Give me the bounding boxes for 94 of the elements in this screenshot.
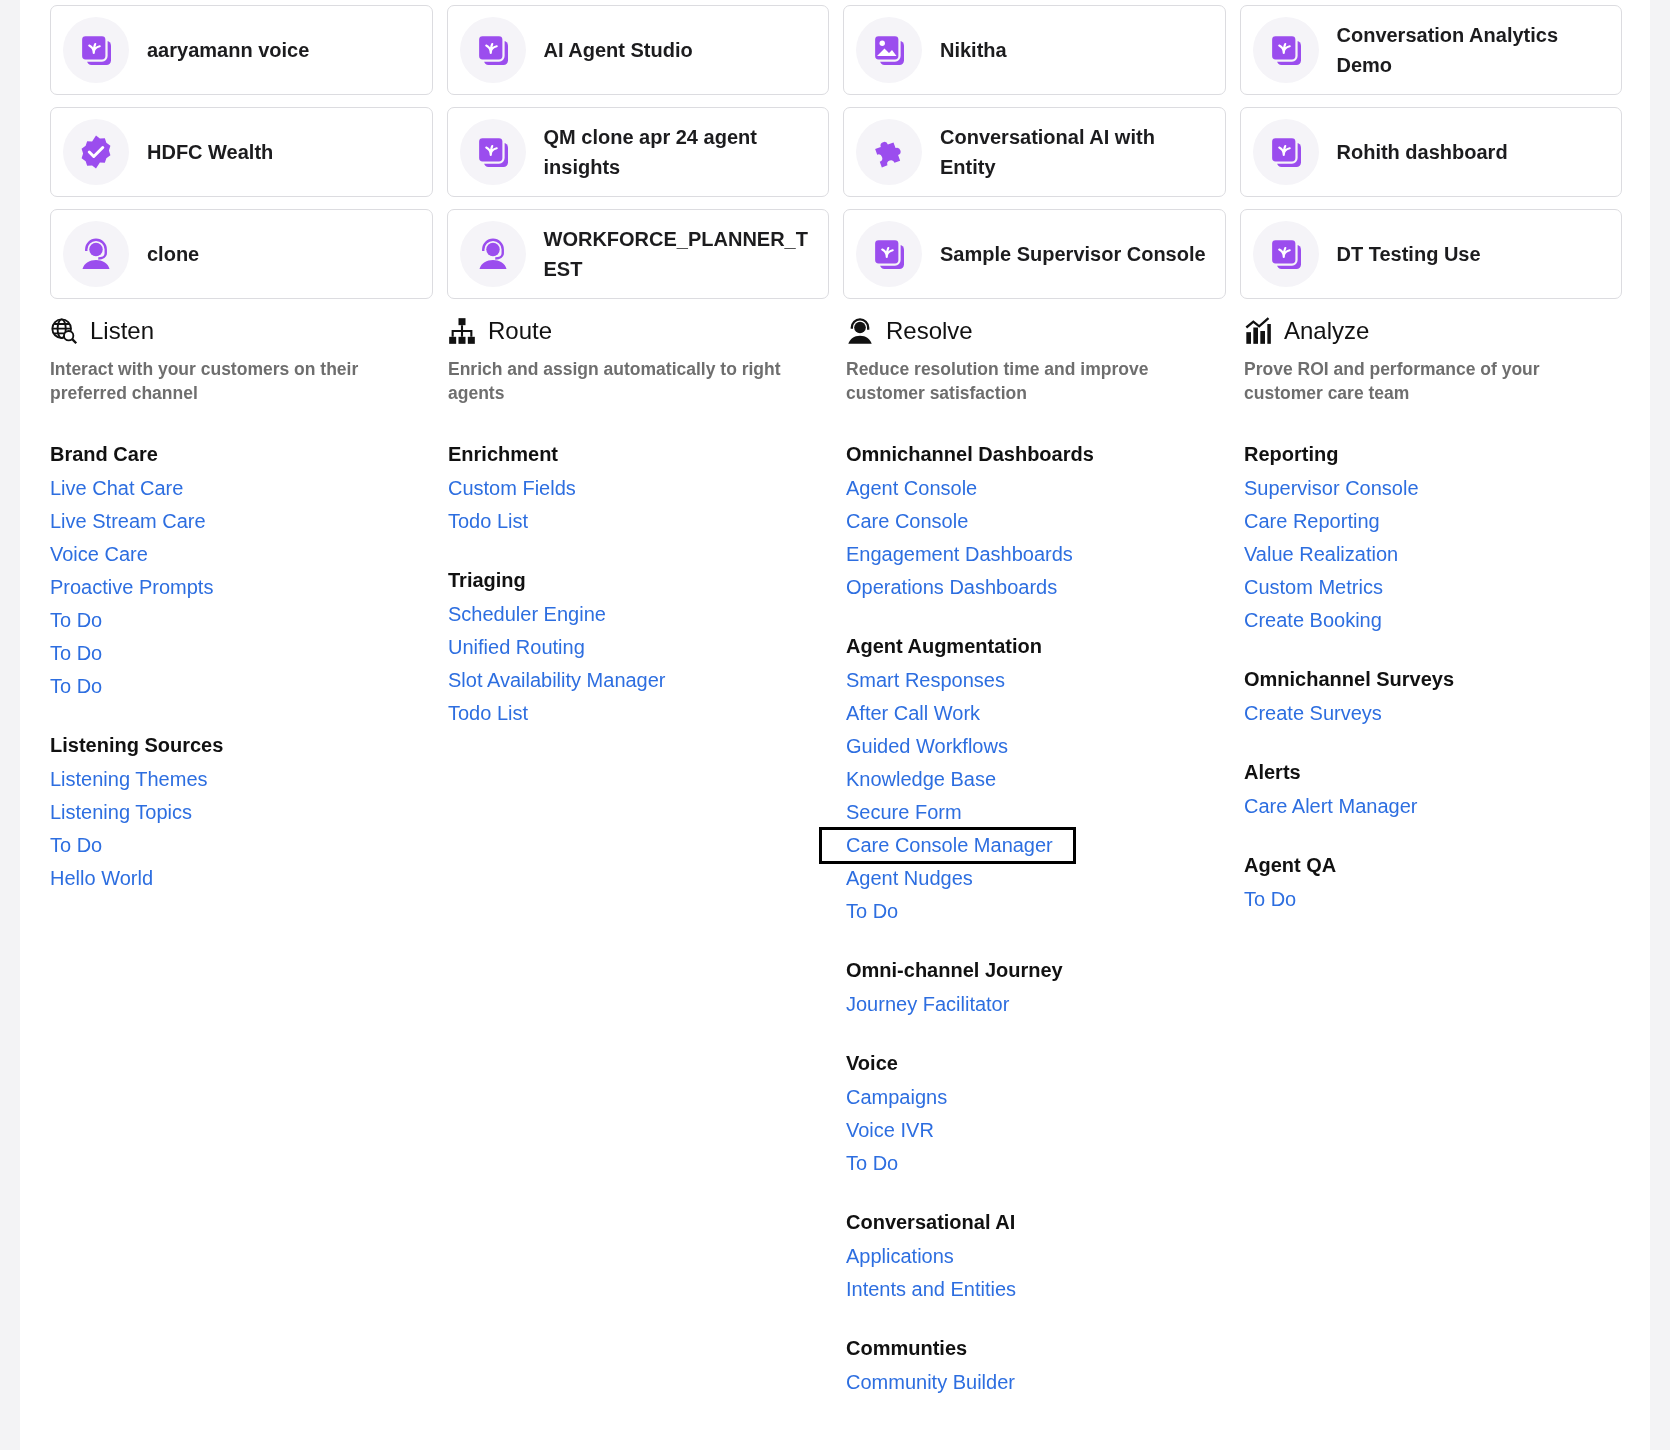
app-card[interactable]: Rohith dashboard: [1239, 107, 1622, 197]
nav-link[interactable]: To Do: [846, 896, 899, 927]
group-title: Agent QA: [1244, 853, 1338, 878]
group-title: Conversational AI: [846, 1210, 1017, 1235]
app-name: Conversation Analytics Demo: [1336, 23, 1560, 78]
nav-link[interactable]: Care Console: [846, 506, 969, 537]
nav-link[interactable]: Custom Metrics: [1244, 572, 1383, 603]
nav-link[interactable]: Agent Console: [846, 473, 978, 504]
group-title: Omnichannel Surveys: [1244, 667, 1456, 692]
nav-link[interactable]: Applications: [846, 1241, 954, 1272]
nav-link[interactable]: Value Realization: [1244, 539, 1399, 570]
nav-link[interactable]: Create Booking: [1244, 605, 1382, 636]
group-title: Communties: [846, 1336, 969, 1361]
nav-link[interactable]: To Do: [1244, 884, 1297, 915]
group-title: Brand Care: [50, 442, 159, 467]
app-card[interactable]: aaryamann voice: [50, 5, 433, 95]
section-title: Route: [488, 317, 553, 345]
hierarchy-icon: [448, 317, 476, 345]
headset-person-icon: [846, 317, 874, 345]
app-card[interactable]: HDFC Wealth: [50, 107, 433, 197]
nav-link[interactable]: Knowledge Base: [846, 764, 997, 795]
nav-link[interactable]: Create Surveys: [1244, 698, 1382, 729]
nav-link[interactable]: To Do: [50, 830, 103, 861]
group-title: Alerts: [1244, 760, 1302, 785]
app-card[interactable]: Nikitha: [843, 5, 1226, 95]
app-name: WORKFORCE_PLANNER_TEST: [543, 227, 809, 282]
nav-link[interactable]: Journey Facilitator: [846, 989, 1010, 1020]
nav-link[interactable]: Care Reporting: [1244, 506, 1380, 537]
nav-link[interactable]: Campaigns: [846, 1082, 948, 1113]
app-card[interactable]: WORKFORCE_PLANNER_TEST: [446, 209, 829, 299]
nav-link[interactable]: To Do: [50, 671, 103, 702]
group-title: Omni-channel Journey: [846, 958, 1064, 983]
section-title: Listen: [90, 317, 155, 345]
nav-link[interactable]: Community Builder: [846, 1367, 1015, 1398]
nav-link[interactable]: Unified Routing: [448, 632, 585, 663]
app-name: Rohith dashboard: [1336, 140, 1508, 165]
nav-link[interactable]: Hello World: [50, 863, 153, 894]
app-name: Sample Supervisor Console: [940, 242, 1206, 267]
nav-link[interactable]: Engagement Dashboards: [846, 539, 1073, 570]
group-title: Triaging: [448, 568, 527, 593]
globe-search-icon: [50, 317, 78, 345]
nav-link[interactable]: Care Console Manager: [822, 830, 1073, 861]
nav-link[interactable]: To Do: [50, 605, 103, 636]
group-title: Listening Sources: [50, 733, 225, 758]
app-name: DT Testing Use: [1336, 242, 1481, 267]
nav-link[interactable]: Listening Topics: [50, 797, 192, 828]
section-description: Reduce resolution time and improve customer satisfaction: [846, 358, 1150, 405]
app-name: HDFC Wealth: [147, 140, 274, 165]
nav-link[interactable]: After Call Work: [846, 698, 981, 729]
nav-link[interactable]: Operations Dashboards: [846, 572, 1058, 603]
nav-link[interactable]: Listening Themes: [50, 764, 208, 795]
nav-link[interactable]: Todo List: [448, 698, 529, 729]
nav-link[interactable]: Slot Availability Manager: [448, 665, 666, 696]
app-card[interactable]: clone: [50, 209, 433, 299]
app-name: AI Agent Studio: [543, 38, 693, 63]
app-name: aaryamann voice: [147, 38, 310, 63]
nav-link[interactable]: Voice IVR: [846, 1115, 934, 1146]
nav-link[interactable]: Custom Fields: [448, 473, 576, 504]
group-title: Reporting: [1244, 442, 1340, 467]
nav-link[interactable]: Live Stream Care: [50, 506, 206, 537]
nav-link[interactable]: Care Alert Manager: [1244, 791, 1418, 822]
nav-link[interactable]: Smart Responses: [846, 665, 1005, 696]
group-title: Omnichannel Dashboards: [846, 442, 1095, 467]
app-card[interactable]: Conversational AI with Entity: [843, 107, 1226, 197]
section-title: Analyze: [1284, 317, 1370, 345]
nav-link[interactable]: Secure Form: [846, 797, 962, 828]
nav-link[interactable]: Scheduler Engine: [448, 599, 606, 630]
section-description: Prove ROI and performance of your customer care team: [1244, 358, 1541, 405]
section-description: Enrich and assign automatically to right agents: [448, 358, 782, 405]
app-card[interactable]: DT Testing Use: [1239, 209, 1622, 299]
bar-chart-icon: [1244, 317, 1272, 345]
nav-link[interactable]: To Do: [846, 1148, 899, 1179]
nav-link[interactable]: Proactive Prompts: [50, 572, 214, 603]
nav-link[interactable]: Live Chat Care: [50, 473, 184, 504]
nav-link[interactable]: Guided Workflows: [846, 731, 1008, 762]
app-card[interactable]: Sample Supervisor Console: [843, 209, 1226, 299]
app-card[interactable]: AI Agent Studio: [446, 5, 829, 95]
section-description: Interact with your customers on their preferred channel: [50, 358, 360, 405]
app-name: QM clone apr 24 agent insights: [543, 125, 758, 180]
nav-link[interactable]: To Do: [50, 638, 103, 669]
app-name: clone: [147, 242, 200, 267]
nav-link[interactable]: Todo List: [448, 506, 529, 537]
app-card[interactable]: QM clone apr 24 agent insights: [446, 107, 829, 197]
nav-link[interactable]: Voice Care: [50, 539, 148, 570]
nav-link[interactable]: Agent Nudges: [846, 863, 973, 894]
app-name: Nikitha: [940, 38, 1007, 63]
group-title: Agent Augmentation: [846, 634, 1043, 659]
nav-link[interactable]: Supervisor Console: [1244, 473, 1419, 504]
app-card[interactable]: Conversation Analytics Demo: [1239, 5, 1622, 95]
group-title: Voice: [846, 1051, 899, 1076]
nav-link[interactable]: Intents and Entities: [846, 1274, 1017, 1305]
section-title: Resolve: [886, 317, 973, 345]
group-title: Enrichment: [448, 442, 560, 467]
app-name: Conversational AI with Entity: [940, 125, 1156, 180]
